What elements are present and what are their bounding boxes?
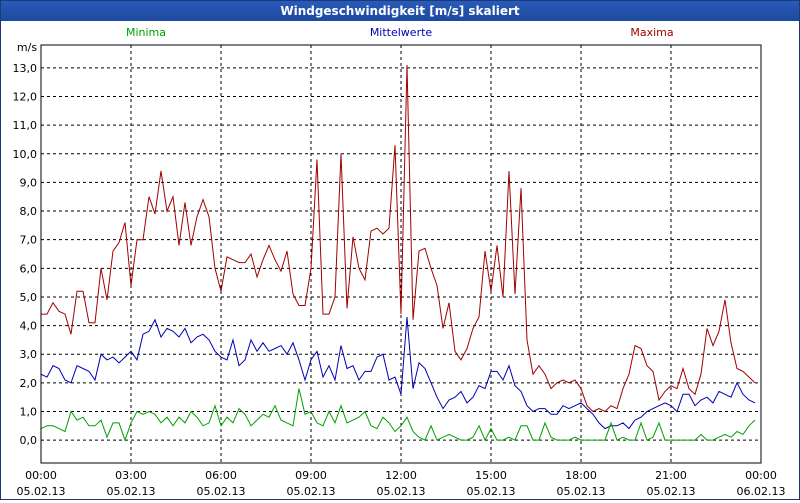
plot-area: Minima Mittelwerte Maxima m/s 0,0 1,0 2,0 3… xyxy=(1,21,799,499)
x-tick-date: 05.02.13 xyxy=(377,485,426,498)
series-line-maxima xyxy=(41,64,756,413)
window-title: Windgeschwindigkeit [m/s] skaliert xyxy=(1,1,799,21)
y-tick-label: 4,0 xyxy=(20,320,38,333)
y-tick-label: 13,0 xyxy=(13,62,38,75)
y-tick-label: 1,0 xyxy=(20,405,38,418)
y-tick-label: 6,0 xyxy=(20,262,38,275)
x-tick-time: 18:00 xyxy=(565,469,597,482)
wind-speed-chart: Minima Mittelwerte Maxima m/s 0,0 1,0 2,0 3… xyxy=(13,26,786,498)
chart-window: Windgeschwindigkeit [m/s] skaliert Minim… xyxy=(0,0,800,500)
y-tick-labels: 0,0 1,0 2,0 3,0 4,0 5,0 6,0 7,0 8,0 9,0 10,0 11,0 12… xyxy=(13,62,38,447)
x-tick-date: 06.02.13 xyxy=(737,485,786,498)
x-tick-date: 05.02.13 xyxy=(107,485,156,498)
y-tick-label: 5,0 xyxy=(20,291,38,304)
x-tick-time: 09:00 xyxy=(295,469,327,482)
series-line-minima xyxy=(40,388,756,442)
x-tick-date: 05.02.13 xyxy=(287,485,336,498)
x-tick-time: 00:00 xyxy=(25,469,57,482)
y-tick-label: 9,0 xyxy=(20,176,38,189)
legend-maxima: Maxima xyxy=(630,26,673,39)
x-tick-labels: 00:00 05.02.13 03:00 05.02.13 06:00 05.02.13 0… xyxy=(17,469,786,498)
y-tick-label: 2,0 xyxy=(20,377,38,390)
x-tick-date: 05.02.13 xyxy=(197,485,246,498)
legend-mittelwerte: Mittelwerte xyxy=(370,26,433,39)
x-tick-time: 21:00 xyxy=(655,469,687,482)
y-tick-label: 0,0 xyxy=(20,434,38,447)
y-tick-label: 8,0 xyxy=(20,205,38,218)
x-tick-time: 15:00 xyxy=(475,469,507,482)
x-tick-time: 00:00 xyxy=(745,469,777,482)
series-lines xyxy=(40,64,756,442)
legend-minima: Minima xyxy=(126,26,166,39)
grid-lines xyxy=(41,45,761,463)
y-axis-label: m/s xyxy=(17,41,37,54)
x-tick-time: 12:00 xyxy=(385,469,417,482)
x-tick-date: 05.02.13 xyxy=(467,485,516,498)
x-tick-date: 05.02.13 xyxy=(647,485,696,498)
y-tick-label: 3,0 xyxy=(20,348,38,361)
x-tick-time: 03:00 xyxy=(115,469,147,482)
x-tick-time: 06:00 xyxy=(205,469,237,482)
x-tick-date: 05.02.13 xyxy=(17,485,66,498)
y-tick-label: 7,0 xyxy=(20,234,38,247)
y-tick-label: 11,0 xyxy=(13,119,38,132)
y-tick-label: 12,0 xyxy=(13,91,38,104)
x-tick-date: 05.02.13 xyxy=(557,485,606,498)
y-tick-label: 10,0 xyxy=(13,148,38,161)
